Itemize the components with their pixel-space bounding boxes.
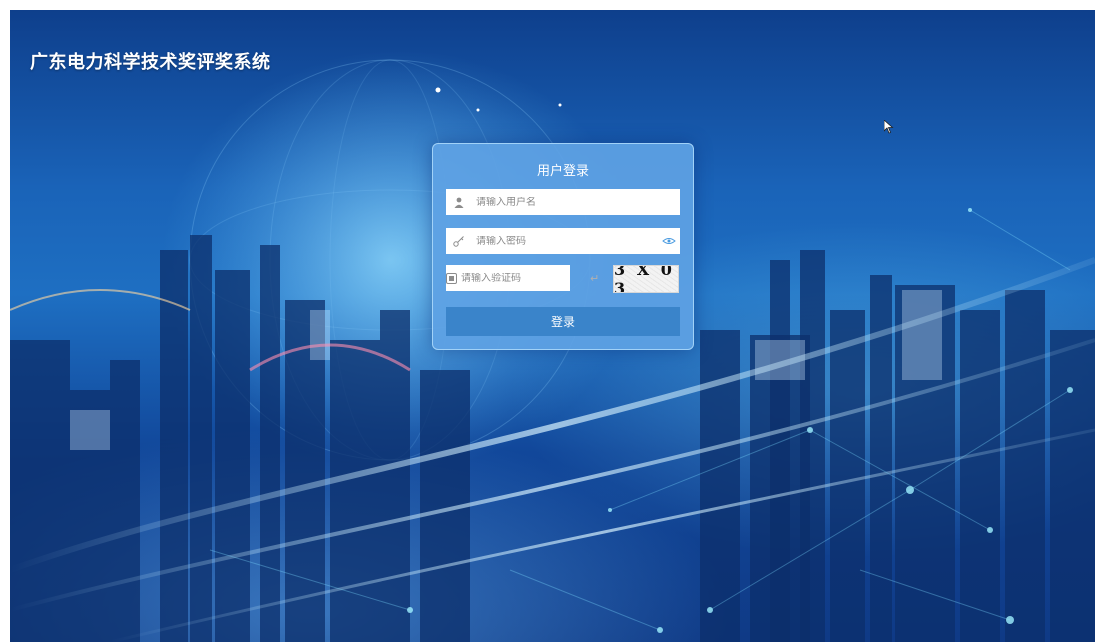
captcha-field[interactable]: ↵ [446, 265, 599, 291]
system-title: 广东电力科学技术奖评奖系统 [30, 52, 271, 73]
user-icon [446, 197, 472, 208]
username-field[interactable] [446, 189, 680, 215]
captcha-input[interactable] [457, 272, 590, 284]
page: 广东电力科学技术奖评奖系统 用户登录 请输入用户名 请输入验证码 ↵ 3 X 0… [0, 0, 1105, 642]
password-input[interactable] [472, 235, 658, 247]
captcha-text: 3 X 0 3 [614, 265, 675, 293]
captcha-image[interactable]: 3 X 0 3 [613, 265, 679, 293]
key-icon [446, 235, 472, 247]
username-input[interactable] [472, 196, 680, 208]
enter-icon: ↵ [590, 271, 600, 285]
eye-icon[interactable] [658, 237, 680, 245]
mouse-cursor-icon [884, 120, 894, 134]
login-title: 用户登录 [536, 164, 589, 179]
login-button[interactable]: 登录 [446, 307, 680, 336]
captcha-icon [446, 272, 457, 284]
password-field[interactable] [446, 228, 680, 254]
login-panel: 用户登录 请输入用户名 请输入验证码 ↵ 3 X 0 3 登录 [432, 143, 694, 350]
